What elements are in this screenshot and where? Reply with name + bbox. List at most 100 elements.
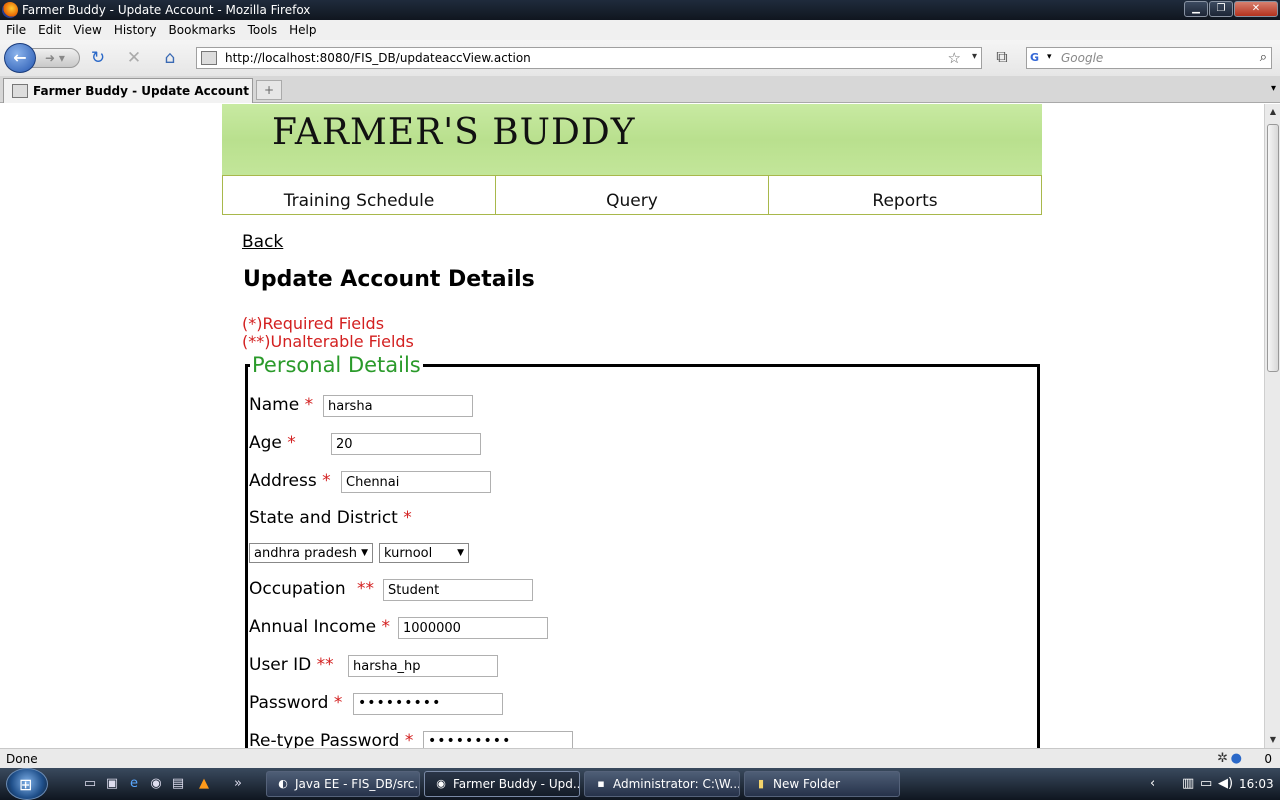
required-note: (*)Required Fields [242, 314, 385, 333]
nav-reports[interactable]: Reports [769, 176, 1041, 214]
retype-password-input[interactable]: ••••••••• [423, 731, 573, 748]
search-bar[interactable]: G ▾ Google ⌕ [1026, 47, 1272, 69]
required-mark: * [304, 395, 314, 415]
tab-list-icon[interactable]: ▾ [1271, 83, 1276, 94]
occupation-input[interactable]: Student [383, 579, 533, 601]
nav-training-schedule[interactable]: Training Schedule [223, 176, 496, 214]
back-link[interactable]: Back [242, 232, 283, 252]
required-mark: * [404, 731, 414, 748]
stop-icon[interactable]: ✕ [124, 48, 144, 68]
menu-view[interactable]: View [67, 20, 107, 40]
state-select[interactable]: andhra pradesh ▼ [249, 543, 373, 563]
restore-button[interactable]: ❐ [1209, 1, 1233, 17]
required-mark: * [322, 471, 331, 491]
search-input[interactable]: Google [1061, 51, 1103, 65]
volume-icon[interactable]: ◀) [1218, 776, 1233, 791]
task-eclipse[interactable]: ◐ Java EE - FIS_DB/src... [266, 771, 420, 797]
forward-button[interactable]: ➜ ▾ [32, 48, 80, 68]
address-label: Address * [249, 471, 331, 491]
menu-bookmarks[interactable]: Bookmarks [163, 20, 242, 40]
tab-bar: Farmer Buddy - Update Account + ▾ [0, 76, 1280, 103]
vlc-icon[interactable]: ▲ [196, 776, 212, 792]
menu-file[interactable]: File [0, 20, 32, 40]
income-label: Annual Income * [249, 617, 390, 637]
nav-query[interactable]: Query [496, 176, 769, 214]
required-mark: * [333, 693, 343, 713]
address-url[interactable]: http://localhost:8080/FIS_DB/updateaccVi… [225, 51, 531, 65]
retype-password-label: Re-type Password * [249, 731, 413, 748]
menu-help[interactable]: Help [283, 20, 322, 40]
google-icon[interactable]: G [1030, 51, 1046, 65]
scroll-down-icon[interactable]: ▼ [1265, 732, 1280, 748]
task-firefox[interactable]: ◉ Farmer Buddy - Upd... [424, 771, 580, 797]
site-favicon-icon [201, 51, 217, 65]
password-label: Password * [249, 693, 343, 713]
required-mark: * [287, 433, 296, 453]
start-button[interactable]: ⊞ [6, 768, 48, 800]
page-title: Update Account Details [243, 267, 535, 292]
income-input[interactable]: 1000000 [398, 617, 548, 639]
minimize-button[interactable]: ▁ [1184, 1, 1208, 17]
network-icon[interactable]: ▥ [1182, 776, 1194, 791]
task-folder[interactable]: ▮ New Folder [744, 771, 900, 797]
age-input[interactable]: 20 [331, 433, 481, 455]
clock[interactable]: 16:03 [1239, 777, 1274, 791]
history-dropdown-icon[interactable]: ▾ [972, 51, 977, 62]
terminal-icon[interactable]: ▤ [170, 776, 186, 792]
userid-input[interactable]: harsha_hp [348, 655, 498, 677]
status-count: 0 [1264, 752, 1272, 766]
scroll-thumb[interactable] [1267, 124, 1279, 372]
site-nav: Training Schedule Query Reports [222, 175, 1042, 215]
search-icon[interactable]: ⌕ [1260, 50, 1267, 65]
password-input[interactable]: ••••••••• [353, 693, 503, 715]
occupation-label: Occupation ** [249, 579, 375, 599]
required-mark: * [403, 508, 412, 528]
eclipse-icon: ◐ [278, 777, 288, 790]
menu-edit[interactable]: Edit [32, 20, 67, 40]
address-input[interactable]: Chennai [341, 471, 491, 493]
age-label: Age * [249, 433, 296, 453]
menu-tools[interactable]: Tools [242, 20, 284, 40]
switch-windows-icon[interactable]: ▣ [104, 776, 120, 792]
windows-logo-icon: ⊞ [19, 775, 33, 794]
navigation-toolbar: ➜ ▾ ← ↻ ✕ ⌂ http://localhost:8080/FIS_DB… [0, 40, 1280, 76]
close-button[interactable]: ✕ [1234, 1, 1278, 17]
chevron-down-icon: ▼ [457, 548, 464, 558]
back-button[interactable]: ← [4, 43, 36, 73]
show-desktop-icon[interactable]: ▭ [82, 776, 98, 792]
state-district-label: State and District * [249, 508, 412, 528]
update-icon[interactable]: ● [1231, 751, 1242, 766]
userid-label: User ID ** [249, 655, 334, 675]
window-titlebar: Farmer Buddy - Update Account - Mozilla … [0, 0, 1280, 20]
required-mark: * [381, 617, 390, 637]
vertical-scrollbar[interactable]: ▲ ▼ [1264, 104, 1280, 748]
firefox-launcher-icon[interactable]: ◉ [148, 776, 164, 792]
task-cmd[interactable]: ▪ Administrator: C:\W... [584, 771, 740, 797]
status-text: Done [6, 752, 38, 766]
reload-icon[interactable]: ↻ [88, 48, 108, 68]
name-input[interactable]: harsha [323, 395, 473, 417]
firefox-icon [2, 2, 18, 18]
chevron-down-icon: ▼ [361, 548, 368, 558]
tab-farmer-buddy[interactable]: Farmer Buddy - Update Account [3, 78, 253, 103]
more-quicklaunch-icon[interactable]: » [230, 776, 246, 792]
site-banner: FARMER'S BUDDY [222, 104, 1042, 176]
bookmark-star-icon[interactable]: ☆ [948, 49, 961, 67]
monitor-icon[interactable]: ▭ [1200, 776, 1212, 791]
windows-taskbar: ⊞ ▭ ▣ e ◉ ▤ ▲ » ◐ Java EE - FIS_DB/src..… [0, 768, 1280, 800]
tab-label: Farmer Buddy - Update Account [33, 84, 249, 98]
address-bar[interactable]: http://localhost:8080/FIS_DB/updateaccVi… [196, 47, 982, 69]
search-engine-dropdown-icon[interactable]: ▾ [1047, 52, 1052, 62]
scroll-up-icon[interactable]: ▲ [1265, 104, 1280, 120]
menu-bar: File Edit View History Bookmarks Tools H… [0, 20, 1280, 40]
folder-icon: ▮ [757, 777, 765, 790]
status-bar: Done ✲ ● 0 [0, 748, 1280, 768]
tray-expand-icon[interactable]: ‹ [1150, 776, 1155, 791]
windows-icon[interactable]: ⧉ [990, 47, 1014, 69]
addon-icon[interactable]: ✲ [1217, 751, 1228, 766]
internet-explorer-icon[interactable]: e [126, 776, 142, 792]
new-tab-button[interactable]: + [256, 80, 282, 100]
home-icon[interactable]: ⌂ [160, 48, 180, 68]
district-select[interactable]: kurnool ▼ [379, 543, 469, 563]
menu-history[interactable]: History [108, 20, 163, 40]
